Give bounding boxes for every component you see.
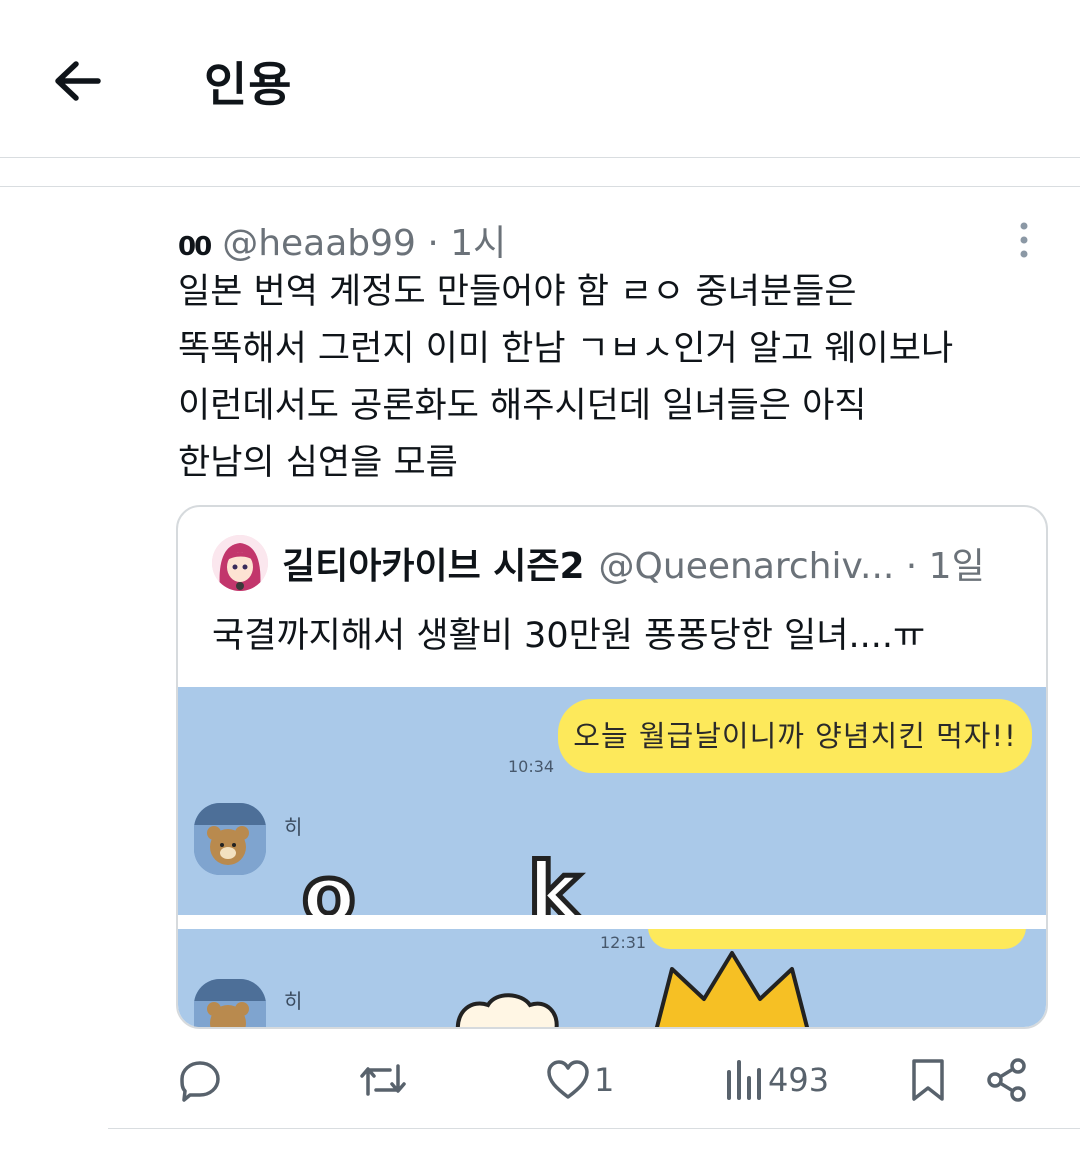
bear-icon: [194, 979, 266, 1027]
tweet-text-line: 일본 번역 계정도 만들어야 함 ㄹㅇ 중녀분들은: [178, 272, 857, 312]
tweet-handle[interactable]: @heaab99: [222, 223, 416, 264]
heart-icon: [547, 1060, 589, 1099]
tweet-meta: 00 @heaab99 · 1시: [178, 214, 506, 266]
arrow-left-icon: [55, 61, 101, 101]
quoted-handle[interactable]: @Queenarchiv...: [599, 546, 895, 587]
header-divider: [0, 157, 1080, 158]
back-button[interactable]: [48, 50, 110, 112]
quotes-page: 인용 00 @heaab99 · 1시 일본 번역 계정도 만들어야 함 ㄹㅇ 중…: [0, 0, 1080, 1157]
like-count: 1: [594, 1061, 615, 1099]
like-button[interactable]: 1: [546, 1056, 614, 1104]
chat-time: 12:31: [600, 933, 647, 952]
anime-avatar-icon: [212, 535, 268, 591]
quoted-tweet-card[interactable]: 길티아카이브 시즌2 @Queenarchiv... · 1일 국결까지해서 생활…: [176, 505, 1048, 1029]
sticker-letter: k: [526, 847, 583, 916]
more-button[interactable]: [1008, 220, 1040, 260]
quoted-text: 국결까지해서 생활비 30만원 퐁퐁당한 일녀....ㅠ: [212, 616, 926, 656]
share-icon: [987, 1058, 1026, 1102]
bookmark-icon: [912, 1059, 944, 1101]
chat-avatar: [194, 979, 266, 1027]
sticker-letter: o: [300, 851, 359, 916]
reply-icon: [180, 1061, 220, 1102]
views-icon: [727, 1060, 761, 1100]
page-title: 인용: [204, 58, 293, 113]
quoted-time[interactable]: · 1일: [894, 546, 985, 587]
bottom-divider: [108, 1128, 1080, 1129]
chat-avatar: [194, 803, 266, 875]
quoted-meta: 길티아카이브 시즌2 @Queenarchiv... · 1일: [282, 537, 985, 589]
views-button[interactable]: 493: [724, 1056, 829, 1104]
tweet-text-line: 한남의 심연을 모름: [178, 443, 458, 483]
header: 인용: [0, 0, 1080, 158]
chat-screenshot-image-2[interactable]: 12:31 히: [178, 929, 1046, 1027]
views-count: 493: [768, 1061, 830, 1099]
tweet-time[interactable]: · 1시: [416, 223, 506, 264]
bear-icon: [194, 803, 266, 875]
chat-bubble-partial: [648, 929, 1026, 949]
more-vertical-icon: [1020, 222, 1028, 258]
tweet-display-name[interactable]: 00: [178, 232, 212, 262]
crown-sticker-icon: [654, 951, 810, 1027]
reply-button[interactable]: [178, 1056, 226, 1104]
chat-screenshot-image[interactable]: 오늘 월급날이니까 양념치킨 먹자!! 10:34 히 o k: [178, 687, 1046, 915]
section-divider: [0, 186, 1080, 187]
quoted-avatar[interactable]: [212, 535, 268, 591]
chat-sender-name: 히: [284, 989, 303, 1013]
quoted-display-name[interactable]: 길티아카이브 시즌2: [282, 546, 585, 587]
tweet-text-line: 이런데서도 공론화도 해주시던데 일녀들은 아직: [178, 386, 867, 426]
share-button[interactable]: [984, 1056, 1030, 1104]
cloud-sticker-icon: [456, 993, 559, 1027]
tweet-text: 일본 번역 계정도 만들어야 함 ㄹㅇ 중녀분들은 똑똑해서 그런지 이미 한남…: [178, 264, 1048, 492]
image-gap: [178, 915, 1046, 929]
chat-bubble: 오늘 월급날이니까 양념치킨 먹자!!: [558, 699, 1032, 773]
chat-sender-name: 히: [284, 815, 303, 839]
bookmark-button[interactable]: [908, 1056, 948, 1104]
retweet-button[interactable]: [358, 1056, 412, 1104]
retweet-icon: [360, 1064, 406, 1096]
tweet-text-line: 똑똑해서 그런지 이미 한남 ㄱㅂㅅ인거 알고 웨이보나: [178, 329, 954, 369]
chat-time: 10:34: [508, 757, 555, 776]
